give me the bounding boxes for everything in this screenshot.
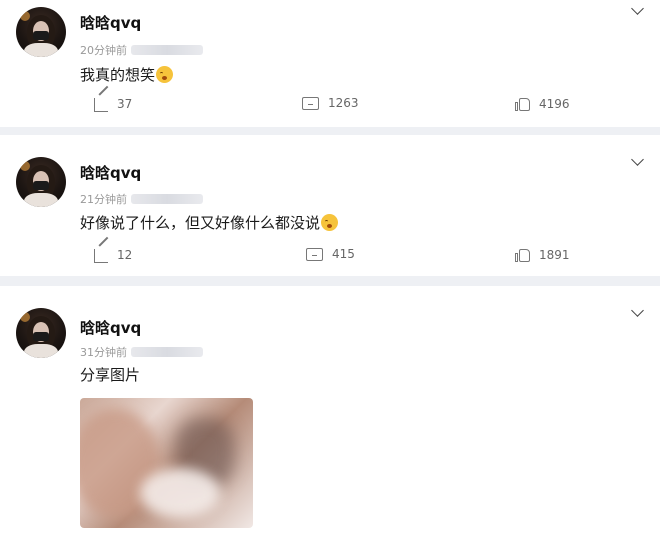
repost-count: 37 [117, 97, 133, 111]
avatar[interactable] [16, 7, 66, 57]
post-text: 分享图片 [80, 364, 140, 385]
repost-icon [94, 98, 108, 112]
post-text: 我真的想笑 [80, 64, 174, 85]
comment-button[interactable]: 1263 [302, 96, 359, 110]
username[interactable]: 晗晗qvq [80, 12, 141, 33]
shared-image[interactable] [80, 398, 253, 528]
username[interactable]: 晗晗qvq [80, 317, 141, 338]
like-count: 1891 [539, 247, 570, 262]
post-time: 31分钟前 [80, 346, 127, 359]
comment-count: 1263 [328, 96, 359, 110]
post-meta: 21分钟前 [80, 191, 203, 207]
comment-count: 415 [332, 247, 355, 261]
post-meta: 31分钟前 [80, 344, 203, 360]
like-button[interactable]: 1891 [515, 247, 570, 262]
chevron-down-icon[interactable] [631, 304, 644, 317]
blurred-source [131, 347, 203, 357]
repost-button[interactable]: 37 [94, 96, 132, 112]
thumbs-up-icon [515, 96, 530, 111]
repost-button[interactable]: 12 [94, 247, 132, 263]
avatar[interactable] [16, 157, 66, 207]
post-text-content: 我真的想笑 [80, 66, 156, 84]
chevron-down-icon[interactable] [631, 153, 644, 166]
comment-icon [306, 247, 323, 261]
post-meta: 20分钟前 [80, 42, 203, 58]
post-text-content: 分享图片 [80, 366, 141, 384]
blurred-source [131, 45, 203, 55]
post-time: 21分钟前 [80, 193, 127, 206]
comment-icon [302, 96, 319, 110]
chevron-down-icon[interactable] [631, 2, 644, 15]
laughing-emoji-icon [156, 66, 174, 83]
thumbs-up-icon [515, 247, 530, 262]
laughing-emoji-icon [321, 214, 339, 231]
repost-icon [94, 249, 108, 263]
post-text-content: 好像说了什么，但又好像什么都没说 [80, 214, 321, 232]
post-text: 好像说了什么，但又好像什么都没说 [80, 212, 339, 233]
post-card: 晗晗qvq 20分钟前 我真的想笑 37 1263 4196 [0, 0, 660, 127]
blurred-source [131, 194, 203, 204]
avatar[interactable] [16, 308, 66, 358]
post-time: 20分钟前 [80, 44, 127, 57]
username[interactable]: 晗晗qvq [80, 162, 141, 183]
post-card: 晗晗qvq 21分钟前 好像说了什么，但又好像什么都没说 12 415 1891 [0, 135, 660, 276]
comment-button[interactable]: 415 [306, 247, 355, 261]
like-count: 4196 [539, 96, 570, 111]
like-button[interactable]: 4196 [515, 96, 570, 111]
repost-count: 12 [117, 248, 133, 262]
